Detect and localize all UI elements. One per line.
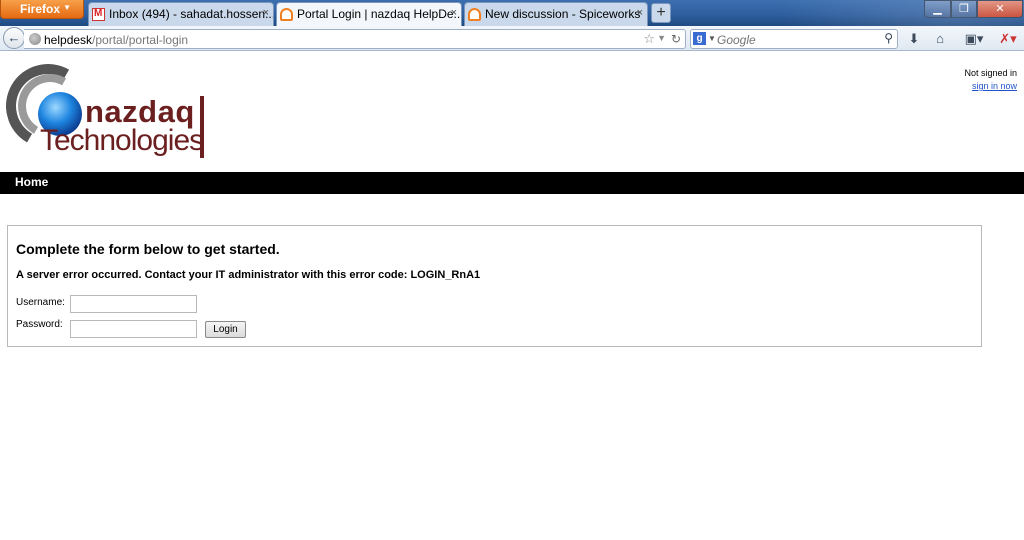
url-host: helpdesk [44, 33, 93, 47]
page-content: nazdaq Technologies Not signed in sign i… [0, 52, 1024, 540]
signin-status-text: Not signed in [964, 68, 1017, 78]
maximize-window-button[interactable]: ❐ [951, 0, 977, 18]
chevron-down-icon[interactable]: ▼ [657, 33, 666, 43]
tab-portal-login[interactable]: Portal Login | nazdaq HelpDe... × [276, 2, 462, 27]
firefox-menu-button[interactable]: Firefox ▼ [0, 0, 84, 19]
tab-label: Portal Login | nazdaq HelpDe... [297, 7, 461, 21]
chevron-down-icon: ▼ [63, 3, 71, 12]
chevron-down-icon[interactable]: ▼ [708, 34, 716, 43]
search-input[interactable] [717, 32, 867, 47]
bookmarks-icon[interactable]: ▣▾ [960, 29, 988, 49]
close-icon[interactable]: × [263, 7, 269, 19]
menu-item-home[interactable]: Home [15, 175, 48, 189]
company-logo[interactable]: nazdaq Technologies [0, 54, 216, 160]
reload-icon[interactable]: ↻ [671, 32, 681, 46]
password-field[interactable] [70, 320, 197, 338]
login-button[interactable]: Login [205, 321, 246, 338]
main-menu: Home [0, 172, 1024, 194]
signin-status: Not signed in sign in now [964, 67, 1017, 93]
username-label: Username: [16, 297, 65, 308]
spiceworks-icon [280, 8, 293, 21]
google-icon[interactable]: g [693, 32, 706, 45]
logo-subtitle: Technologies [40, 124, 204, 157]
url-bar[interactable]: helpdesk/portal/portal-login ☆ ▼ ↻ [24, 29, 686, 49]
url-text: helpdesk/portal/portal-login [44, 33, 188, 47]
form-title: Complete the form below to get started. [16, 241, 280, 257]
close-icon[interactable]: × [637, 7, 643, 19]
close-window-button[interactable]: ✕ [977, 0, 1023, 18]
login-form: Complete the form below to get started. … [7, 225, 982, 347]
home-icon[interactable]: ⌂ [930, 29, 950, 49]
firefox-menu-label: Firefox [20, 2, 61, 16]
new-tab-button[interactable]: + [651, 3, 671, 23]
search-icon[interactable]: ⚲ [884, 31, 893, 45]
bookmark-star-icon[interactable]: ☆ [643, 31, 655, 47]
back-arrow-icon[interactable]: ← [3, 27, 25, 49]
logo-divider [200, 96, 204, 158]
error-message: A server error occurred. Contact your IT… [16, 269, 481, 281]
tab-inbox[interactable]: Inbox (494) - sahadat.hossen... × [88, 2, 274, 26]
password-label: Password: [16, 319, 63, 330]
download-icon[interactable]: ⬇ [904, 29, 924, 49]
url-path: /portal/portal-login [92, 33, 189, 47]
browser-titlebar: Firefox ▼ Inbox (494) - sahadat.hossen..… [0, 0, 1024, 27]
username-field[interactable] [70, 295, 197, 313]
browser-navbar: ← helpdesk/portal/portal-login ☆ ▼ ↻ g ▼… [0, 26, 1024, 51]
spiceworks-icon [468, 8, 481, 21]
gmail-icon [92, 8, 105, 21]
globe-icon [29, 33, 41, 45]
sign-in-link[interactable]: sign in now [972, 81, 1017, 91]
tab-label: New discussion - Spiceworks [485, 7, 641, 21]
tab-label: Inbox (494) - sahadat.hossen... [109, 7, 273, 21]
tab-new-discussion[interactable]: New discussion - Spiceworks × [464, 2, 648, 26]
addon-icon[interactable]: ✗▾ [994, 29, 1022, 49]
close-icon[interactable]: × [451, 7, 457, 19]
search-bar: g ▼ ⚲ [690, 29, 898, 49]
minimize-window-button[interactable]: ▁ [924, 0, 951, 18]
